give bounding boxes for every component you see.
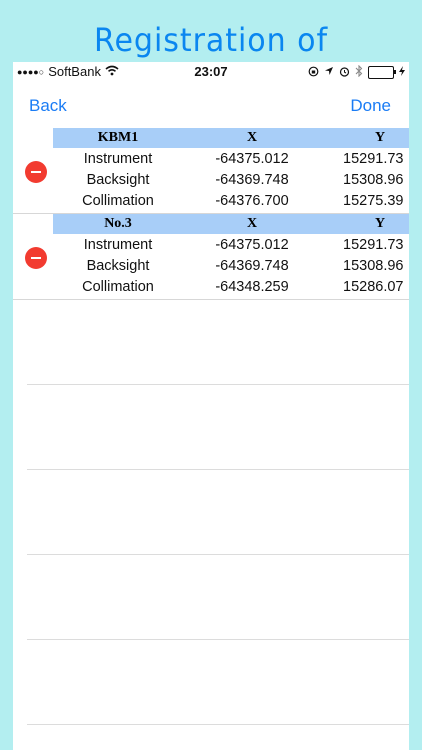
table-row: Backsight -64369.748 15308.96 xyxy=(53,256,409,277)
phone-screen: ●●●●○ SoftBank 23:07 Back Done KBM1 X Y … xyxy=(13,62,409,750)
delete-row-button[interactable] xyxy=(25,247,47,269)
app-banner: Registration of calculation xyxy=(0,0,422,99)
delete-row-button[interactable] xyxy=(25,161,47,183)
section-header: No.3 X Y xyxy=(53,214,409,234)
section-header: KBM1 X Y xyxy=(53,128,409,148)
row-label: Collimation xyxy=(82,279,154,295)
bluetooth-icon xyxy=(355,64,363,80)
x-value: -64369.748 xyxy=(215,258,289,274)
done-button[interactable]: Done xyxy=(350,96,391,116)
table-section: KBM1 X Y Instrument -64375.012 15291.73 … xyxy=(13,128,409,214)
section-name: KBM1 xyxy=(97,130,139,145)
status-right xyxy=(308,64,405,80)
empty-row xyxy=(27,385,409,470)
column-header-x: X xyxy=(246,130,258,145)
section-name: No.3 xyxy=(104,216,132,231)
row-label: Collimation xyxy=(82,193,154,209)
x-value: -64375.012 xyxy=(215,151,289,167)
x-value: -64369.748 xyxy=(215,172,289,188)
y-value: 15308.96 xyxy=(343,258,404,274)
y-value: 15286.07 xyxy=(343,279,404,295)
back-button[interactable]: Back xyxy=(29,96,67,116)
battery-icon xyxy=(368,66,396,79)
x-value: -64348.259 xyxy=(215,279,289,295)
alarm-icon xyxy=(339,66,350,80)
table-row: Instrument -64375.012 15291.73 xyxy=(53,235,409,256)
empty-row xyxy=(27,555,409,640)
x-value: -64375.012 xyxy=(215,237,289,253)
status-bar: ●●●●○ SoftBank 23:07 xyxy=(13,62,409,82)
y-value: 15291.73 xyxy=(343,237,404,253)
navigation-bar: Back Done xyxy=(13,82,409,130)
table-row: Collimation -64348.259 15286.07 xyxy=(53,277,409,298)
table-row: Collimation -64376.700 15275.39 xyxy=(53,191,409,212)
column-header-x: X xyxy=(246,216,258,231)
row-label: Instrument xyxy=(83,237,153,253)
empty-row xyxy=(27,470,409,555)
row-label: Instrument xyxy=(83,151,153,167)
row-label: Backsight xyxy=(86,258,150,274)
location-arrow-icon xyxy=(324,66,334,79)
row-label: Backsight xyxy=(86,172,150,188)
table-row: Instrument -64375.012 15291.73 xyxy=(53,149,409,170)
column-header-y: Y xyxy=(375,130,386,145)
rotation-lock-icon xyxy=(308,66,319,80)
x-value: -64376.700 xyxy=(215,193,289,209)
empty-row xyxy=(27,640,409,725)
y-value: 15291.73 xyxy=(343,151,404,167)
table-section: No.3 X Y Instrument -64375.012 15291.73 … xyxy=(13,214,409,300)
charging-bolt-icon xyxy=(399,66,405,79)
y-value: 15308.96 xyxy=(343,172,404,188)
calculation-table: KBM1 X Y Instrument -64375.012 15291.73 … xyxy=(13,128,409,725)
table-row: Backsight -64369.748 15308.96 xyxy=(53,170,409,191)
column-header-y: Y xyxy=(375,216,386,231)
y-value: 15275.39 xyxy=(343,193,404,209)
empty-row xyxy=(27,300,409,385)
